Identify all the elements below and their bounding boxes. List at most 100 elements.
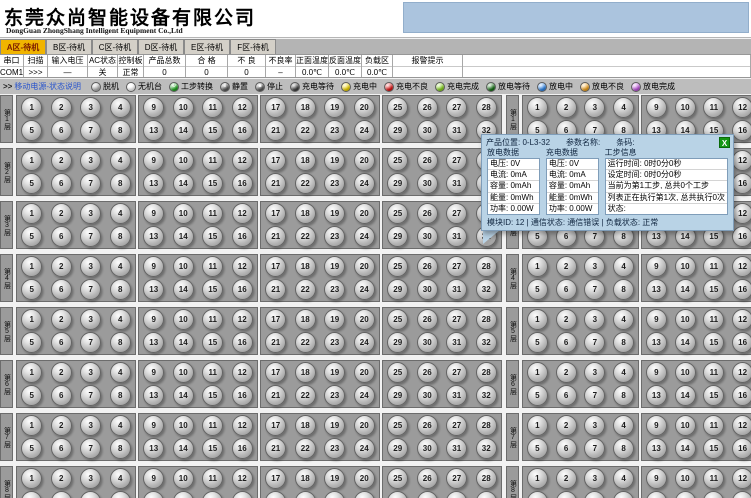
battery-slot[interactable]: 25 xyxy=(387,150,408,171)
battery-slot[interactable]: 4 xyxy=(110,97,131,118)
battery-slot[interactable]: 27 xyxy=(446,97,467,118)
battery-slot[interactable]: 29 xyxy=(387,173,408,194)
battery-slot[interactable]: 5 xyxy=(527,491,548,498)
battery-slot[interactable]: 17 xyxy=(265,256,286,277)
battery-slot[interactable]: 8 xyxy=(110,332,131,353)
battery-slot[interactable]: 6 xyxy=(51,332,72,353)
battery-slot[interactable]: 6 xyxy=(556,332,577,353)
battery-slot[interactable]: 4 xyxy=(613,256,634,277)
battery-slot[interactable]: 11 xyxy=(703,309,724,330)
battery-slot[interactable]: 14 xyxy=(675,279,696,300)
battery-slot[interactable]: 23 xyxy=(324,438,345,459)
battery-slot[interactable]: 2 xyxy=(51,415,72,436)
battery-slot[interactable]: 13 xyxy=(143,226,164,247)
battery-slot[interactable]: 13 xyxy=(646,385,667,406)
battery-slot[interactable]: 20 xyxy=(354,468,375,489)
battery-slot[interactable]: 17 xyxy=(265,468,286,489)
battery-slot[interactable]: 12 xyxy=(232,97,253,118)
battery-slot[interactable]: 2 xyxy=(556,468,577,489)
battery-slot[interactable]: 19 xyxy=(324,203,345,224)
battery-slot[interactable]: 24 xyxy=(354,226,375,247)
battery-slot[interactable]: 21 xyxy=(265,120,286,141)
battery-slot[interactable]: 3 xyxy=(80,468,101,489)
battery-slot[interactable]: 28 xyxy=(476,97,497,118)
battery-slot[interactable]: 13 xyxy=(143,120,164,141)
battery-slot[interactable]: 20 xyxy=(354,256,375,277)
battery-slot[interactable]: 24 xyxy=(354,385,375,406)
battery-slot[interactable]: 11 xyxy=(202,256,223,277)
battery-slot[interactable]: 21 xyxy=(265,438,286,459)
battery-slot[interactable]: 18 xyxy=(295,150,316,171)
battery-slot[interactable]: 16 xyxy=(732,120,751,141)
battery-slot[interactable]: 12 xyxy=(732,150,751,171)
battery-slot[interactable]: 25 xyxy=(387,362,408,383)
battery-slot[interactable]: 16 xyxy=(732,491,751,498)
battery-slot[interactable]: 28 xyxy=(476,415,497,436)
battery-slot[interactable]: 8 xyxy=(110,279,131,300)
battery-slot[interactable]: 25 xyxy=(387,256,408,277)
battery-slot[interactable]: 8 xyxy=(110,120,131,141)
battery-slot[interactable]: 32 xyxy=(476,491,497,498)
battery-slot[interactable]: 5 xyxy=(527,385,548,406)
battery-slot[interactable]: 25 xyxy=(387,309,408,330)
battery-slot[interactable]: 31 xyxy=(446,491,467,498)
battery-slot[interactable]: 12 xyxy=(232,150,253,171)
battery-slot[interactable]: 2 xyxy=(556,309,577,330)
battery-slot[interactable]: 10 xyxy=(173,309,194,330)
battery-slot[interactable]: 14 xyxy=(675,332,696,353)
battery-slot[interactable]: 10 xyxy=(173,415,194,436)
battery-slot[interactable]: 22 xyxy=(295,120,316,141)
battery-slot[interactable]: 10 xyxy=(173,362,194,383)
battery-slot[interactable]: 11 xyxy=(202,97,223,118)
battery-slot[interactable]: 7 xyxy=(80,120,101,141)
battery-slot[interactable]: 15 xyxy=(202,226,223,247)
battery-slot[interactable]: 12 xyxy=(732,468,751,489)
battery-slot[interactable]: 10 xyxy=(675,97,696,118)
battery-slot[interactable]: 13 xyxy=(143,385,164,406)
battery-slot[interactable]: 5 xyxy=(21,438,42,459)
battery-slot[interactable]: 15 xyxy=(703,385,724,406)
battery-slot[interactable]: 15 xyxy=(703,332,724,353)
battery-slot[interactable]: 8 xyxy=(613,491,634,498)
tab-zone-b[interactable]: B区-待机 xyxy=(46,39,92,54)
battery-slot[interactable]: 1 xyxy=(21,362,42,383)
battery-slot[interactable]: 12 xyxy=(732,203,751,224)
battery-slot[interactable]: 13 xyxy=(143,491,164,498)
battery-slot[interactable]: 6 xyxy=(51,438,72,459)
battery-slot[interactable]: 7 xyxy=(80,279,101,300)
battery-slot[interactable]: 21 xyxy=(265,173,286,194)
battery-slot[interactable]: 30 xyxy=(417,385,438,406)
battery-slot[interactable]: 14 xyxy=(173,226,194,247)
battery-slot[interactable]: 23 xyxy=(324,385,345,406)
battery-slot[interactable]: 9 xyxy=(143,468,164,489)
battery-slot[interactable]: 30 xyxy=(417,438,438,459)
battery-slot[interactable]: 32 xyxy=(476,385,497,406)
battery-slot[interactable]: 16 xyxy=(732,173,751,194)
battery-slot[interactable]: 24 xyxy=(354,332,375,353)
battery-slot[interactable]: 19 xyxy=(324,468,345,489)
battery-slot[interactable]: 27 xyxy=(446,203,467,224)
battery-slot[interactable]: 28 xyxy=(476,256,497,277)
battery-slot[interactable]: 13 xyxy=(646,438,667,459)
battery-slot[interactable]: 2 xyxy=(51,362,72,383)
battery-slot[interactable]: 31 xyxy=(446,173,467,194)
battery-slot[interactable]: 1 xyxy=(21,97,42,118)
battery-slot[interactable]: 7 xyxy=(80,173,101,194)
battery-slot[interactable]: 32 xyxy=(476,438,497,459)
battery-slot[interactable]: 29 xyxy=(387,226,408,247)
battery-slot[interactable]: 5 xyxy=(21,491,42,498)
battery-slot[interactable]: 29 xyxy=(387,279,408,300)
battery-slot[interactable]: 14 xyxy=(675,491,696,498)
battery-slot[interactable]: 11 xyxy=(202,309,223,330)
battery-slot[interactable]: 15 xyxy=(202,120,223,141)
battery-slot[interactable]: 21 xyxy=(265,332,286,353)
battery-slot[interactable]: 9 xyxy=(646,256,667,277)
battery-slot[interactable]: 14 xyxy=(173,491,194,498)
battery-slot[interactable]: 10 xyxy=(173,256,194,277)
battery-slot[interactable]: 15 xyxy=(202,491,223,498)
battery-slot[interactable]: 13 xyxy=(143,173,164,194)
battery-slot[interactable]: 5 xyxy=(21,173,42,194)
battery-slot[interactable]: 23 xyxy=(324,226,345,247)
battery-slot[interactable]: 12 xyxy=(732,97,751,118)
battery-slot[interactable]: 19 xyxy=(324,150,345,171)
